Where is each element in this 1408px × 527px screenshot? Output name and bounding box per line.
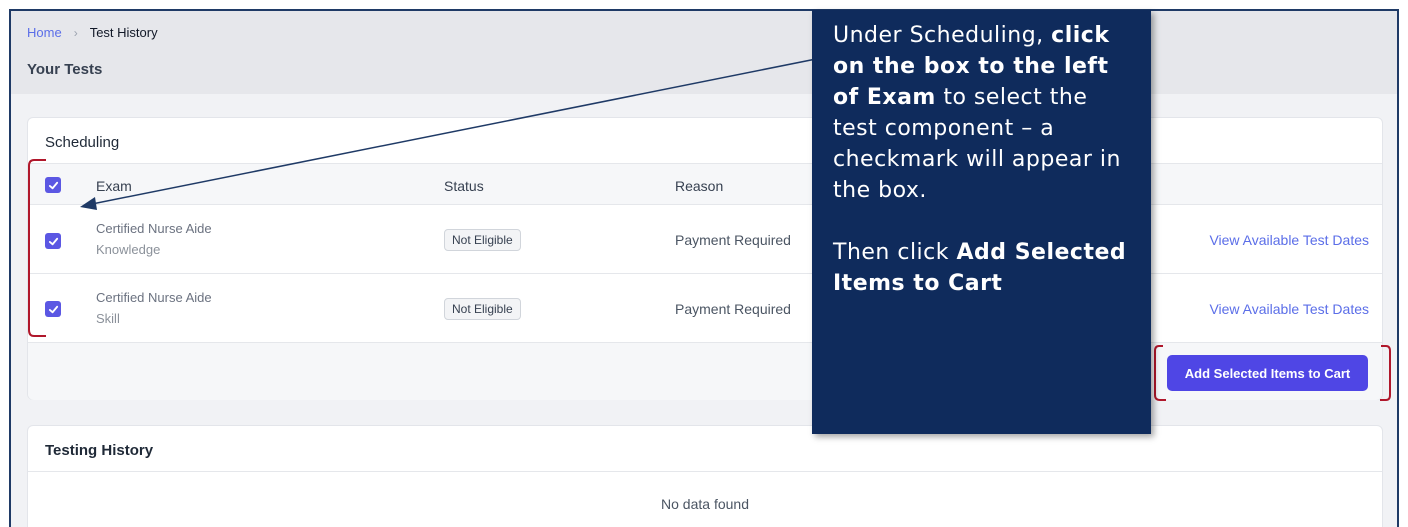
view-test-dates-link[interactable]: View Available Test Dates [1209,301,1369,317]
table-header: Exam Status Reason [28,163,1382,205]
select-all-checkbox[interactable] [45,177,61,193]
scheduling-card: Scheduling Exam Status Reason Certified … [27,117,1383,400]
breadcrumb: Home › Test History [27,25,158,40]
reason-text: Payment Required [675,232,791,248]
breadcrumb-current: Test History [89,25,158,40]
view-test-dates-link[interactable]: View Available Test Dates [1209,232,1369,248]
callout-instruction-2: Then click Add Selected Items to Cart [833,237,1139,299]
instruction-callout: Under Scheduling, click on the box to th… [812,10,1151,434]
testing-history-title: Testing History [45,442,154,459]
page-title: Your Tests [27,61,103,78]
column-header-reason[interactable]: Reason [675,178,723,194]
row-checkbox[interactable] [45,301,61,317]
table-row: Certified Nurse Aide Knowledge Not Eligi… [28,205,1382,274]
scheduling-title: Scheduling [45,134,120,151]
callout-spacer [833,206,1139,237]
row-checkbox[interactable] [45,233,61,249]
status-badge: Not Eligible [444,229,521,251]
exam-component: Skill [96,311,120,326]
checkmark-icon [48,305,58,313]
testing-history-card: Testing History No data found [27,425,1383,527]
callout-instruction-1: Under Scheduling, click on the box to th… [833,20,1139,206]
reason-text: Payment Required [675,301,791,317]
page-header: Home › Test History Your Tests [11,11,1397,94]
column-header-status[interactable]: Status [444,178,484,194]
column-header-exam[interactable]: Exam [96,178,132,194]
checkmark-icon [48,181,58,189]
empty-state: No data found [28,471,1382,527]
empty-state-text: No data found [661,496,749,512]
chevron-right-icon: › [73,25,78,40]
exam-name: Certified Nurse Aide [96,290,212,305]
callout-text: Under Scheduling, [833,23,1052,48]
add-to-cart-button[interactable]: Add Selected Items to Cart [1167,355,1368,391]
breadcrumb-home-link[interactable]: Home [27,25,62,40]
table-row: Certified Nurse Aide Skill Not Eligible … [28,274,1382,343]
exam-component: Knowledge [96,242,161,257]
app-frame: Home › Test History Your Tests Schedulin… [9,9,1399,527]
status-badge: Not Eligible [444,298,521,320]
callout-text: Then click [833,240,957,265]
checkmark-icon [48,237,58,245]
exam-name: Certified Nurse Aide [96,221,212,236]
